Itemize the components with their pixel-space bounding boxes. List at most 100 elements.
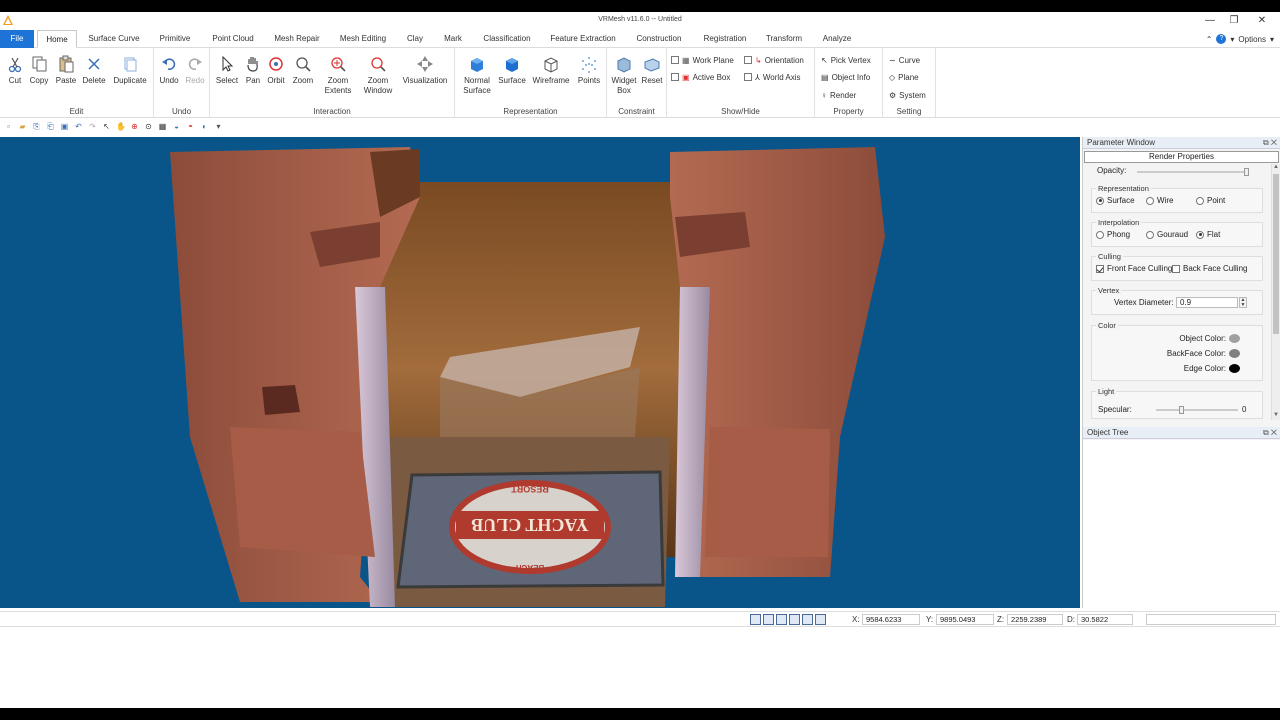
back-face-culling-option[interactable]: Back Face Culling <box>1172 264 1247 273</box>
backface-color-swatch[interactable] <box>1229 349 1240 358</box>
view-right-icon[interactable] <box>789 614 800 625</box>
normal-surface-button[interactable]: Normal Surface <box>459 55 495 103</box>
redo-small-icon[interactable]: ↷ <box>88 122 97 131</box>
save-icon[interactable]: ▣ <box>60 122 69 131</box>
surface-button[interactable]: Surface <box>497 55 527 103</box>
world-axis-toggle[interactable]: ⅄ World Axis <box>744 70 801 84</box>
interp-gouraud-option[interactable]: Gouraud <box>1146 230 1188 239</box>
collapse-ribbon-icon[interactable]: ⌃ <box>1206 35 1213 44</box>
export-icon[interactable]: ⎗ <box>46 122 55 131</box>
options-menu[interactable]: Options <box>1238 35 1266 44</box>
menu-home[interactable]: Home <box>37 30 77 48</box>
front-face-culling-checkbox[interactable] <box>1096 264 1104 273</box>
rep-radio-2[interactable] <box>1196 196 1204 205</box>
view-small-icon[interactable]: ◒ <box>172 122 181 131</box>
render-properties-tab[interactable]: Render Properties <box>1084 151 1279 163</box>
parameter-scrollbar-thumb[interactable] <box>1273 174 1279 334</box>
work-plane-checkbox[interactable] <box>671 56 679 64</box>
pan-button[interactable]: Pan <box>242 55 264 103</box>
output-area[interactable] <box>0 627 1280 708</box>
world-axis-checkbox[interactable] <box>744 73 752 81</box>
options-dropdown-icon[interactable]: ▾ <box>1270 35 1274 44</box>
zoom-in-small-icon[interactable]: ⊕ <box>130 122 139 131</box>
menu-registration[interactable]: Registration <box>697 30 753 48</box>
customize-dropdown-icon[interactable]: ▾ <box>214 122 223 131</box>
view-left-icon[interactable] <box>776 614 787 625</box>
orientation-toggle[interactable]: ↳ Orientation <box>744 53 804 67</box>
rep-wire-option[interactable]: Wire <box>1146 196 1173 205</box>
view-top-icon[interactable] <box>802 614 813 625</box>
front-face-culling-option[interactable]: Front Face Culling <box>1096 264 1172 273</box>
menu-surface-curve[interactable]: Surface Curve <box>83 30 145 48</box>
rep-point-option[interactable]: Point <box>1196 196 1225 205</box>
zoom-button[interactable]: Zoom <box>290 55 316 103</box>
rep-surface-option[interactable]: Surface <box>1096 196 1135 205</box>
vertex-diameter-spinner-icon[interactable]: ▲ ▼ <box>1239 297 1247 308</box>
view3-small-icon[interactable]: ◐ <box>200 122 209 131</box>
opacity-slider-track[interactable] <box>1137 168 1249 176</box>
undo-small-icon[interactable]: ↶ <box>74 122 83 131</box>
restore-button[interactable]: ❐ <box>1222 12 1246 30</box>
specular-slider-track[interactable] <box>1156 406 1238 414</box>
work-plane-toggle[interactable]: ▦ Work Plane <box>671 53 734 67</box>
close-window-button[interactable]: ✕ <box>1250 12 1274 30</box>
visualization-button[interactable]: Visualization <box>400 55 450 103</box>
orbit-button[interactable]: Orbit <box>265 55 287 103</box>
pick-vertex-button[interactable]: ↖ Pick Vertex <box>821 53 871 67</box>
vertex-diameter-input[interactable]: 0.9 <box>1176 297 1238 308</box>
pan-small-icon[interactable]: ✋ <box>116 122 126 131</box>
menu-analyze[interactable]: Analyze <box>816 30 858 48</box>
menu-construction[interactable]: Construction <box>630 30 688 48</box>
help-dropdown-icon[interactable]: ▾ <box>1230 35 1234 44</box>
select-small-icon[interactable]: ↖ <box>102 122 111 131</box>
object-info-button[interactable]: ▤ Object Info <box>821 70 870 84</box>
render-button[interactable]: ♀ Render <box>821 88 856 102</box>
redo-button[interactable]: Redo <box>184 55 206 103</box>
interp-radio-2[interactable] <box>1196 230 1204 239</box>
menu-feature-extraction[interactable]: Feature Extraction <box>545 30 621 48</box>
import-icon[interactable]: ⎘ <box>32 122 41 131</box>
interp-radio-1[interactable] <box>1146 230 1154 239</box>
menu-file[interactable]: File <box>0 30 34 48</box>
active-box-checkbox[interactable] <box>671 73 679 81</box>
new-file-icon[interactable]: ▫ <box>4 122 13 131</box>
zoom-small-icon[interactable]: ⊙ <box>144 122 153 131</box>
zoom-extents-button[interactable]: Zoom Extents <box>321 55 355 103</box>
curve-setting-button[interactable]: ∼ Curve <box>889 53 920 67</box>
minimize-button[interactable]: — <box>1198 12 1222 30</box>
help-icon[interactable]: ? <box>1216 34 1227 44</box>
duplicate-button[interactable]: Duplicate <box>110 55 150 103</box>
parameter-window-controls[interactable]: ⧉ ✕ <box>1263 137 1277 149</box>
rep-radio-0[interactable] <box>1096 196 1104 205</box>
3d-viewport[interactable]: YACHT CLUB RESORT BEACH <box>0 137 1080 608</box>
widget-box-button[interactable]: Widget Box <box>609 55 639 103</box>
object-tree-body[interactable] <box>1083 440 1280 608</box>
edge-color-swatch[interactable] <box>1229 364 1240 373</box>
view2-small-icon[interactable]: ◓ <box>186 122 195 131</box>
parameter-scrollbar[interactable]: ▲ ▼ <box>1271 164 1280 420</box>
view-front-icon[interactable] <box>750 614 761 625</box>
object-color-swatch[interactable] <box>1229 334 1240 343</box>
undo-button[interactable]: Undo <box>158 55 180 103</box>
interp-phong-option[interactable]: Phong <box>1096 230 1130 239</box>
system-setting-button[interactable]: ⚙ System <box>889 88 926 102</box>
menu-classification[interactable]: Classification <box>477 30 537 48</box>
menu-mesh-repair[interactable]: Mesh Repair <box>268 30 326 48</box>
menu-mesh-editing[interactable]: Mesh Editing <box>334 30 392 48</box>
parameter-scrollbar-up-icon[interactable]: ▲ <box>1272 164 1280 172</box>
grid-small-icon[interactable]: ▦ <box>158 122 167 131</box>
menu-mark[interactable]: Mark <box>437 30 469 48</box>
specular-slider-thumb[interactable] <box>1179 406 1185 414</box>
back-face-culling-checkbox[interactable] <box>1172 264 1180 273</box>
rep-radio-1[interactable] <box>1146 196 1154 205</box>
paste-button[interactable]: Paste <box>53 55 79 103</box>
menu-point-cloud[interactable]: Point Cloud <box>205 30 261 48</box>
view-bottom-icon[interactable] <box>815 614 826 625</box>
select-button[interactable]: Select <box>214 55 240 103</box>
zoom-window-button[interactable]: Zoom Window <box>361 55 395 103</box>
opacity-slider-thumb[interactable] <box>1244 168 1249 176</box>
menu-primitive[interactable]: Primitive <box>152 30 198 48</box>
delete-button[interactable]: Delete <box>81 55 107 103</box>
interp-radio-0[interactable] <box>1096 230 1104 239</box>
interp-flat-option[interactable]: Flat <box>1196 230 1220 239</box>
